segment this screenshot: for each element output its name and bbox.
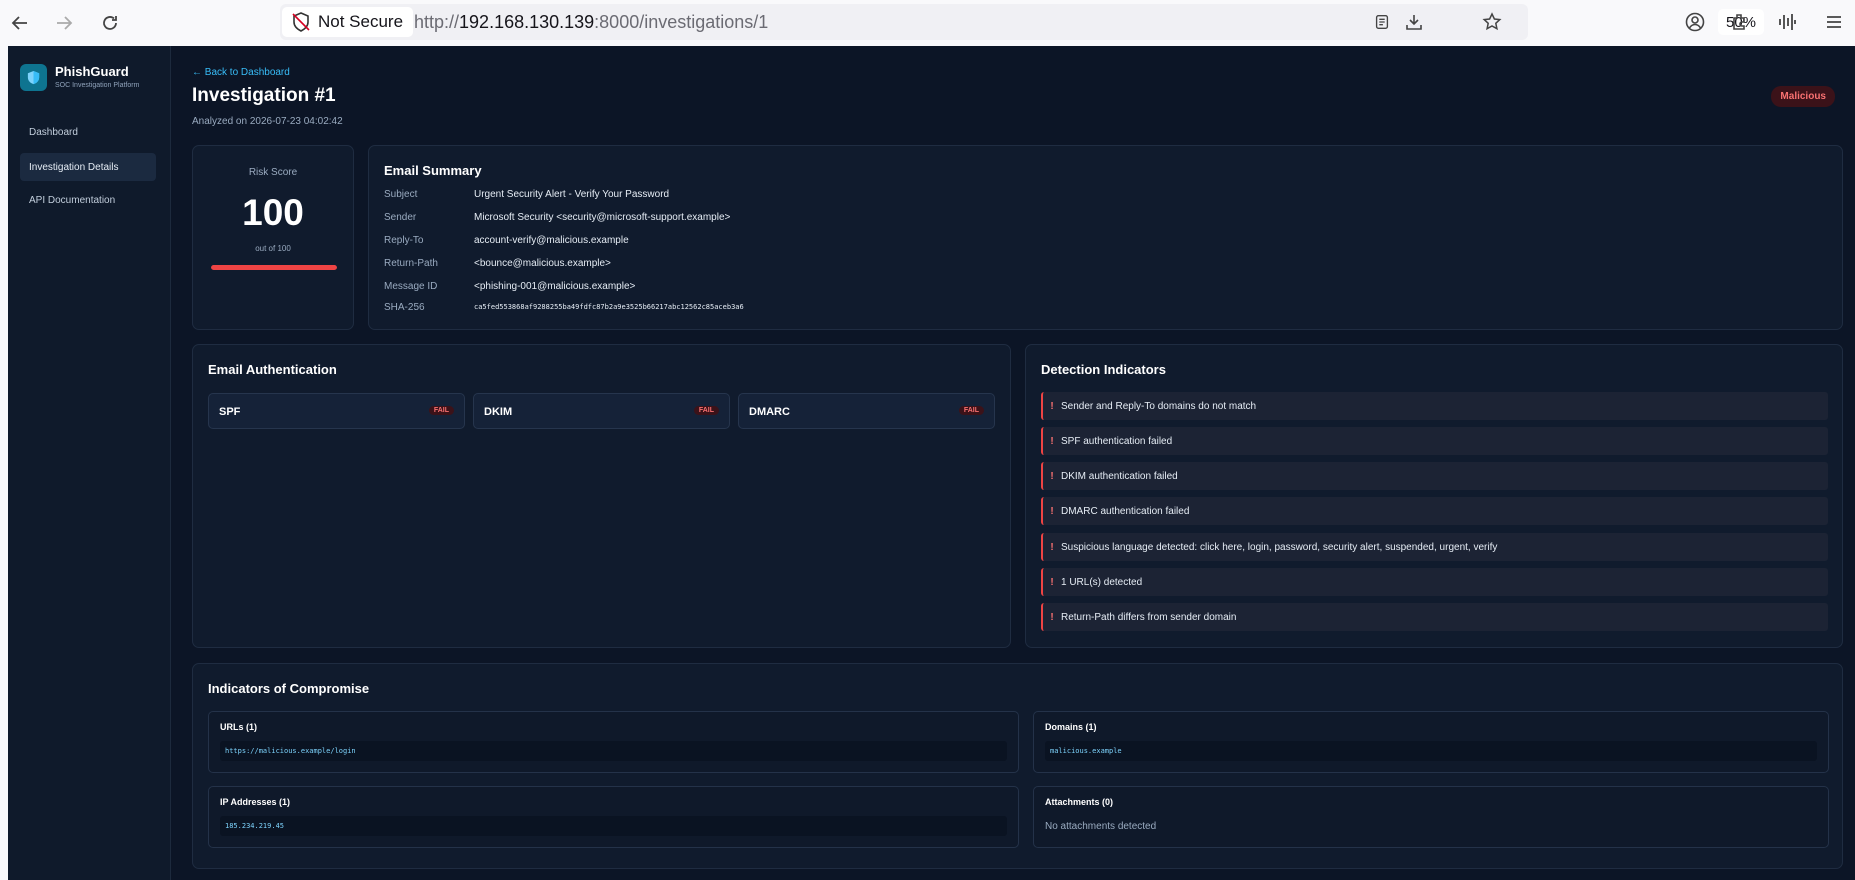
account-icon[interactable] [1681, 8, 1709, 36]
audio-wave-icon[interactable] [1773, 8, 1801, 36]
url-text[interactable]: http://192.168.130.139:8000/investigatio… [414, 12, 768, 33]
list-item: ! 1 URL(s) detected [1041, 568, 1828, 596]
shield-icon [20, 64, 47, 91]
risk-score-max: out of 100 [255, 244, 291, 253]
list-item: ! SPF authentication failed [1041, 427, 1828, 455]
summary-row-sender: Sender Microsoft Security <security@micr… [384, 212, 731, 223]
security-label: Not Secure [318, 12, 404, 31]
sidebar: PhishGuard SOC Investigation Platform Da… [8, 46, 171, 880]
ioc-ip-value[interactable]: 185.234.219.45 [220, 816, 1007, 836]
auth-check-dmarc: DMARC FAIL [738, 393, 995, 429]
alert-icon: ! [1050, 435, 1054, 447]
security-indicator[interactable]: Not Secure [282, 7, 414, 37]
alert-icon: ! [1050, 470, 1054, 482]
reload-icon[interactable] [95, 8, 125, 38]
url-bar[interactable]: Not Secure http://192.168.130.139:8000/i… [280, 4, 1764, 40]
list-item: ! DKIM authentication failed [1041, 462, 1828, 490]
list-item: ! Suspicious language detected: click her… [1041, 533, 1828, 561]
alert-icon: ! [1050, 576, 1054, 588]
status-badge: FAIL [958, 406, 984, 415]
list-item: ! Sender and Reply-To domains do not matc… [1041, 392, 1828, 420]
ioc-domain-value[interactable]: malicious.example [1045, 741, 1817, 761]
summary-row-sha256: SHA-256 ca5fed553868af9288255ba49fdfc87b… [384, 302, 744, 313]
detection-indicators-card: Detection Indicators ! Sender and Reply-T… [1025, 344, 1843, 648]
risk-score-label: Risk Score [248, 167, 298, 178]
ioc-ip-addresses: IP Addresses (1) 185.234.219.45 [208, 786, 1019, 848]
sidebar-item-dashboard[interactable]: Dashboard [20, 118, 156, 146]
sidebar-item-investigation-details[interactable]: Investigation Details [20, 153, 156, 181]
alert-icon: ! [1050, 611, 1054, 623]
status-badge: FAIL [693, 406, 719, 415]
risk-score-value: 100 [242, 192, 304, 233]
menu-icon[interactable] [1820, 8, 1848, 36]
auth-check-spf: SPF FAIL [208, 393, 465, 429]
extensions-icon[interactable] [1726, 8, 1754, 36]
alert-icon: ! [1050, 400, 1054, 412]
brand-name: PhishGuard [55, 64, 129, 79]
ioc-url-value[interactable]: https://malicious.example/login [220, 741, 1007, 761]
risk-score-card: Risk Score 100 out of 100 [192, 145, 354, 330]
summary-row-reply-to: Reply-To account-verify@malicious.exampl… [384, 235, 629, 246]
ioc-urls: URLs (1) https://malicious.example/login [208, 711, 1019, 773]
summary-row-return-path: Return-Path <bounce@malicious.example> [384, 258, 611, 269]
reader-view-icon[interactable] [1370, 10, 1394, 34]
summary-row-message-id: Message ID <phishing-001@malicious.examp… [384, 281, 636, 292]
browser-toolbar: Not Secure http://192.168.130.139:8000/i… [0, 0, 1855, 46]
status-badge: FAIL [428, 406, 454, 415]
bookmark-star-icon[interactable] [1480, 10, 1504, 34]
ioc-title: Indicators of Compromise [208, 681, 370, 696]
email-authentication-card: Email Authentication SPF FAIL DKIM FAIL … [192, 344, 1011, 648]
verdict-badge: Malicious [1771, 86, 1835, 107]
indicators-of-compromise-card: Indicators of Compromise URLs (1) https:… [192, 663, 1843, 869]
risk-score-bar [211, 265, 337, 270]
email-summary-card: Email Summary Subject Urgent Security Al… [368, 145, 1843, 330]
summary-row-subject: Subject Urgent Security Alert - Verify Y… [384, 189, 670, 200]
sidebar-item-api-documentation[interactable]: API Documentation [20, 186, 156, 214]
detection-indicators-title: Detection Indicators [1041, 362, 1166, 377]
shield-off-icon [292, 12, 310, 32]
email-summary-title: Email Summary [384, 163, 482, 178]
alert-icon: ! [1050, 541, 1054, 553]
back-arrow-icon[interactable] [5, 8, 35, 38]
brand-subtitle: SOC Investigation Platform [55, 82, 140, 89]
no-attachments-text: No attachments detected [1045, 821, 1157, 832]
forward-arrow-icon[interactable] [49, 8, 79, 38]
ioc-domains: Domains (1) malicious.example [1033, 711, 1829, 773]
email-authentication-title: Email Authentication [208, 362, 337, 377]
brand: PhishGuard SOC Investigation Platform [20, 64, 139, 91]
ioc-attachments: Attachments (0) No attachments detected [1033, 786, 1829, 848]
alert-icon: ! [1050, 505, 1054, 517]
auth-check-dkim: DKIM FAIL [473, 393, 730, 429]
risk-score-fill [211, 265, 337, 270]
page-title: Investigation #1 [192, 85, 336, 106]
analyzed-timestamp: Analyzed on 2026-07-23 04:02:42 [192, 116, 343, 127]
list-item: ! Return-Path differs from sender domain [1041, 603, 1828, 631]
main-content: ← Back to Dashboard Investigation #1 Ana… [171, 46, 1855, 880]
list-item: ! DMARC authentication failed [1041, 497, 1828, 525]
app-window: PhishGuard SOC Investigation Platform Da… [8, 46, 1855, 880]
back-to-dashboard-link[interactable]: ← Back to Dashboard [192, 67, 290, 78]
download-icon[interactable] [1402, 10, 1426, 34]
